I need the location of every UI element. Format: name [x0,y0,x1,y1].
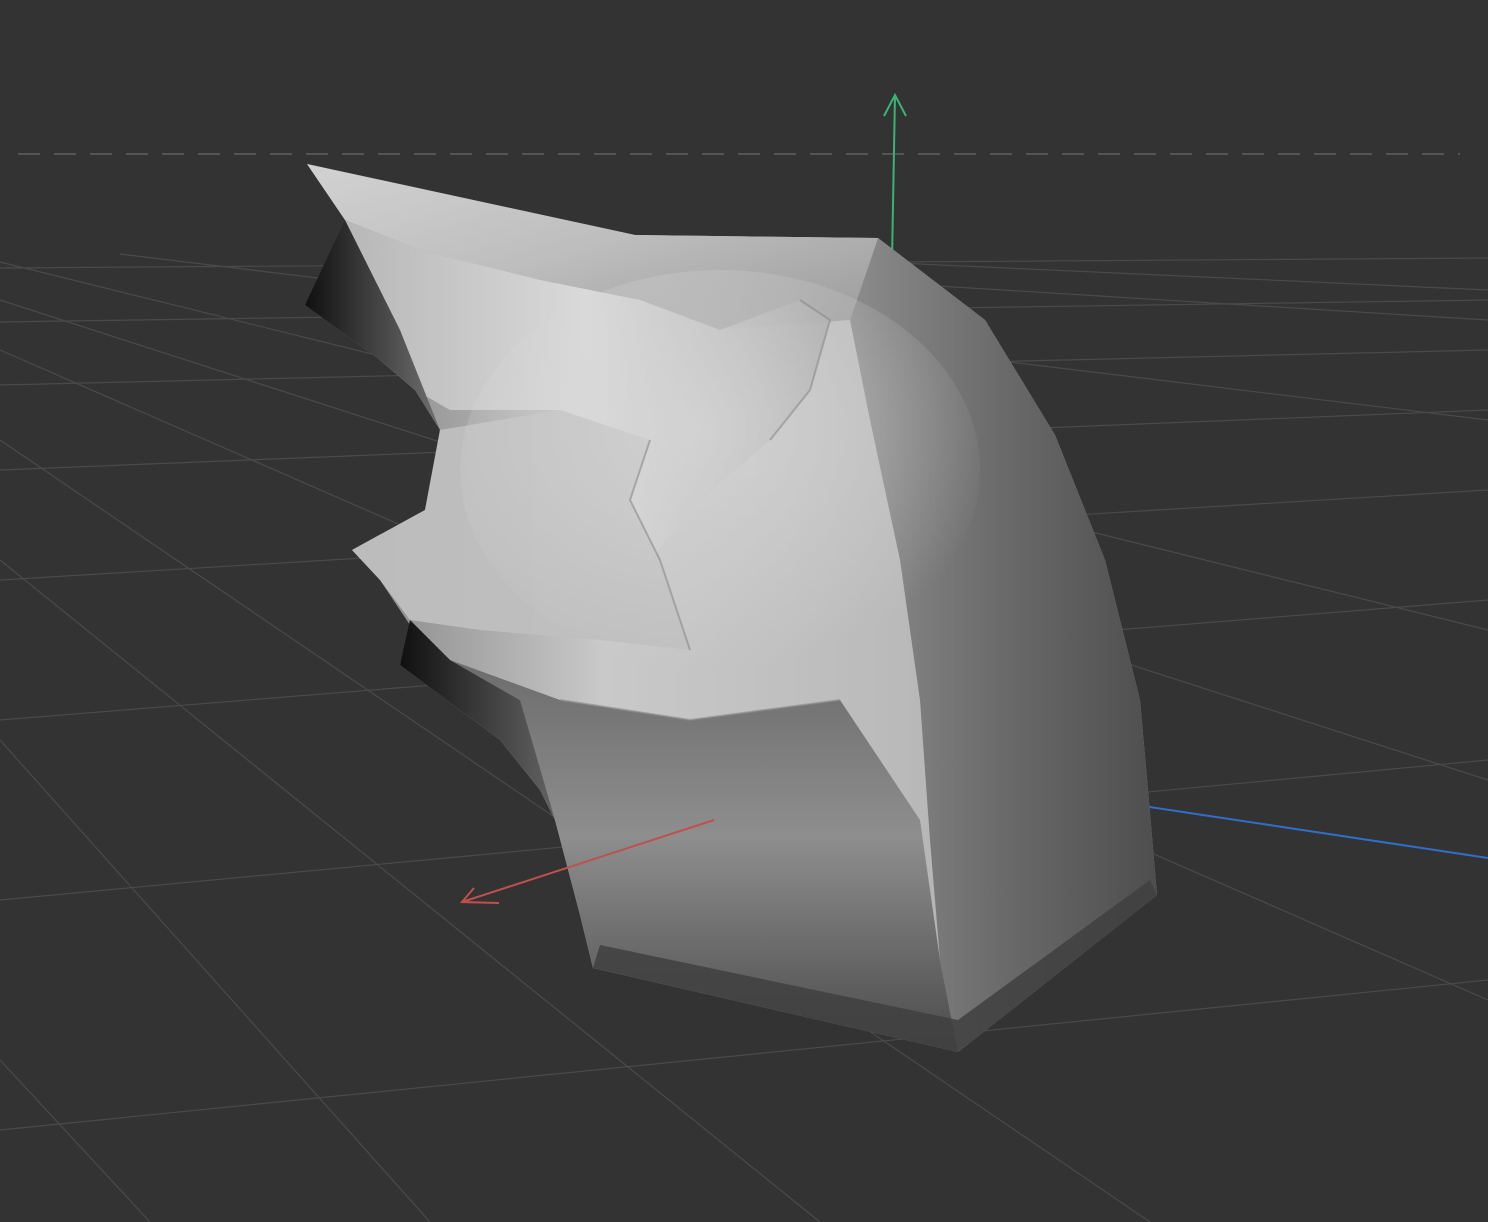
y-axis-line [891,94,896,261]
3d-viewport[interactable] [0,0,1488,1222]
mesh-highlight [460,270,980,670]
viewport-canvas[interactable] [0,0,1488,1222]
grid-line [0,739,431,1222]
grid-line [0,1059,151,1222]
mesh-object[interactable] [305,164,1157,1052]
y-axis [883,92,907,261]
